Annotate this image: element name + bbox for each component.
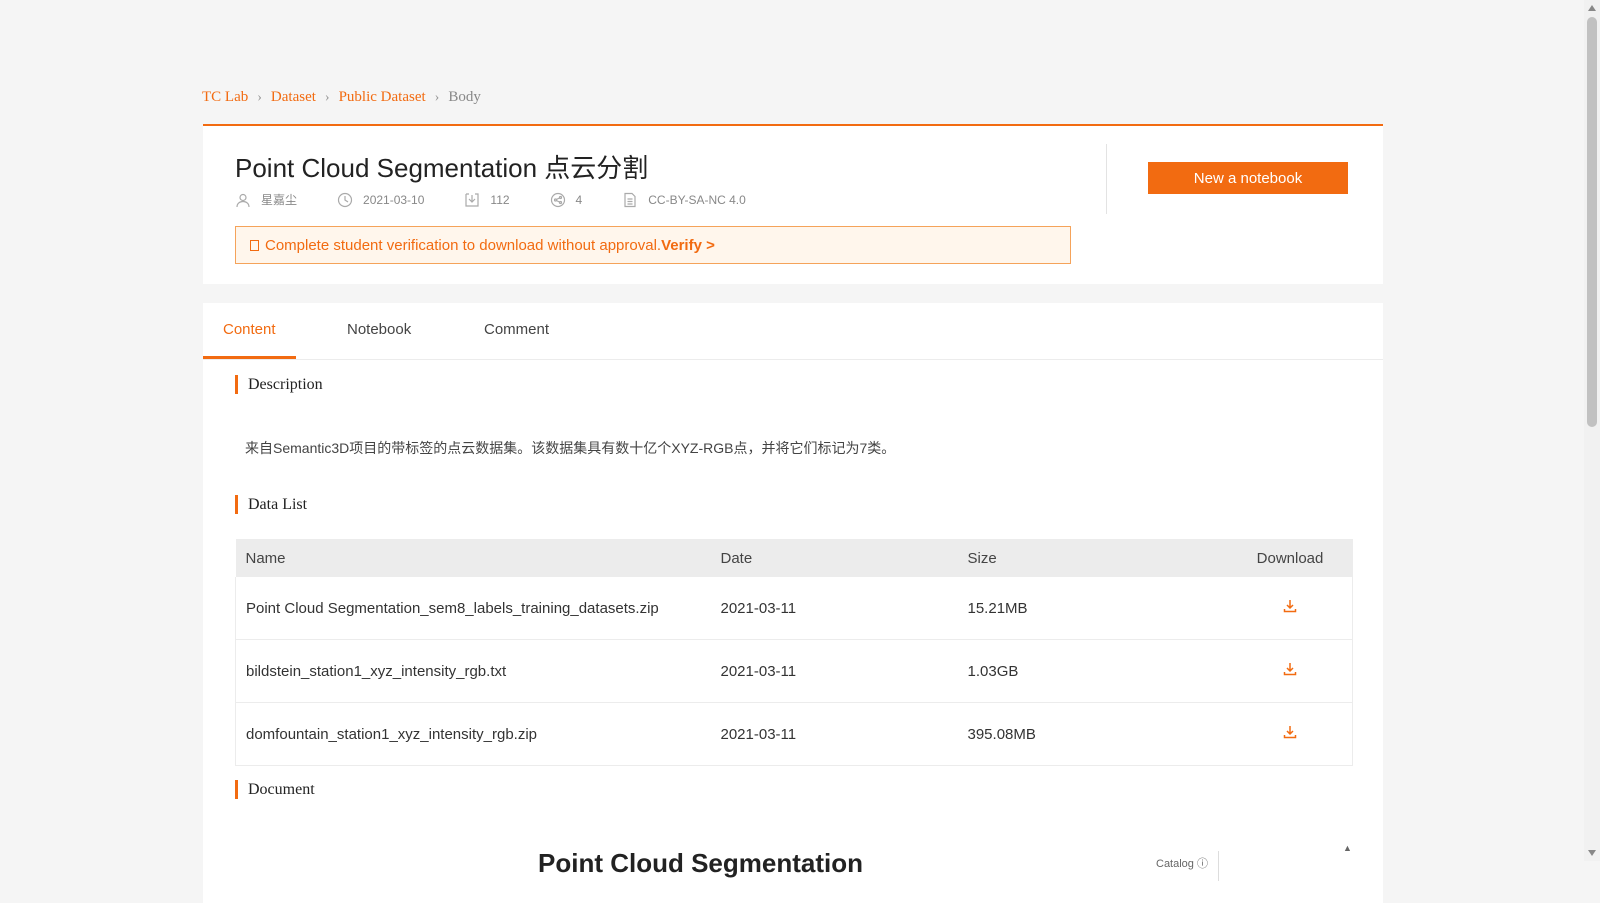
download-icon[interactable] bbox=[1283, 599, 1297, 613]
file-size: 395.08MB bbox=[957, 702, 1228, 766]
section-marker bbox=[235, 495, 238, 514]
table-row: bildstein_station1_xyz_intensity_rgb.txt… bbox=[235, 639, 1353, 703]
page-scrollbar[interactable] bbox=[1584, 0, 1600, 861]
tab-bar: Content Notebook Comment bbox=[203, 303, 1383, 360]
file-name: bildstein_station1_xyz_intensity_rgb.txt bbox=[235, 639, 711, 703]
file-size: 1.03GB bbox=[957, 639, 1228, 703]
data-list-heading: Data List bbox=[235, 495, 307, 514]
info-circle-icon: ⓘ bbox=[1196, 858, 1208, 870]
file-download-cell bbox=[1227, 702, 1353, 766]
notice-text: Complete student verification to downloa… bbox=[265, 236, 662, 254]
section-marker bbox=[235, 780, 238, 799]
description-text: 来自Semantic3D项目的带标签的点云数据集。该数据集具有数十亿个XYZ-R… bbox=[245, 440, 896, 456]
table-row: domfountain_station1_xyz_intensity_rgb.z… bbox=[235, 702, 1353, 766]
tab-notebook[interactable]: Notebook bbox=[347, 321, 411, 338]
file-download-cell bbox=[1227, 639, 1353, 703]
column-header-download: Download bbox=[1227, 539, 1353, 577]
data-list-table: Name Date Size Download Point Cloud Segm… bbox=[235, 539, 1353, 766]
breadcrumb-tc-lab[interactable]: TC Lab bbox=[202, 89, 248, 106]
new-notebook-button[interactable]: New a notebook bbox=[1148, 162, 1348, 194]
file-download-cell bbox=[1227, 577, 1353, 640]
file-date: 2021-03-11 bbox=[710, 577, 958, 640]
document-heading: Document bbox=[235, 780, 315, 799]
scroll-top-icon[interactable]: ▲ bbox=[1343, 843, 1352, 853]
chevron-right-icon: › bbox=[324, 89, 330, 105]
column-header-name: Name bbox=[235, 539, 711, 577]
breadcrumb-current: Body bbox=[448, 89, 481, 105]
column-header-size: Size bbox=[957, 539, 1228, 577]
tab-comment[interactable]: Comment bbox=[484, 321, 549, 338]
scroll-down-arrow-icon[interactable] bbox=[1588, 850, 1596, 856]
meta-downloads: 112 bbox=[464, 192, 510, 208]
license-label: CC-BY-SA-NC 4.0 bbox=[648, 192, 746, 207]
description-heading: Description bbox=[235, 375, 323, 394]
breadcrumb-dataset[interactable]: Dataset bbox=[271, 89, 316, 106]
breadcrumb: TC Lab › Dataset › Public Dataset › Body bbox=[202, 89, 481, 106]
catalog-toggle[interactable]: Catalog ⓘ bbox=[1156, 855, 1208, 871]
header-divider bbox=[1106, 144, 1107, 214]
description-heading-label: Description bbox=[248, 375, 323, 393]
tab-content[interactable]: Content bbox=[223, 321, 276, 338]
document-icon bbox=[624, 192, 636, 207]
section-marker bbox=[235, 375, 238, 394]
meta-author: 星嘉尘 bbox=[235, 191, 297, 208]
scrollbar-thumb[interactable] bbox=[1587, 17, 1597, 427]
column-header-date: Date bbox=[710, 539, 958, 577]
dataset-meta: 星嘉尘 2021-03-10 112 4 CC-BY-SA-NC 4.0 bbox=[235, 191, 786, 208]
catalog-label: Catalog bbox=[1156, 858, 1194, 870]
info-icon bbox=[250, 239, 259, 251]
publish-date: 2021-03-10 bbox=[363, 192, 425, 207]
scroll-up-arrow-icon[interactable] bbox=[1588, 5, 1596, 11]
file-name: domfountain_station1_xyz_intensity_rgb.z… bbox=[235, 702, 711, 766]
active-tab-indicator bbox=[203, 356, 296, 359]
meta-license: CC-BY-SA-NC 4.0 bbox=[622, 192, 746, 208]
share-count: 4 bbox=[575, 192, 583, 207]
file-size: 15.21MB bbox=[957, 577, 1228, 640]
document-heading-label: Document bbox=[248, 780, 315, 798]
main-content: Content Notebook Comment Description 来自S… bbox=[203, 303, 1383, 903]
document-title: Point Cloud Segmentation bbox=[538, 848, 863, 878]
share-icon bbox=[550, 192, 565, 207]
author-name: 星嘉尘 bbox=[261, 193, 298, 207]
table-row: Point Cloud Segmentation_sem8_labels_tra… bbox=[235, 577, 1353, 640]
dataset-header: Point Cloud Segmentation 点云分割 星嘉尘 2021-0… bbox=[203, 124, 1383, 284]
file-name: Point Cloud Segmentation_sem8_labels_tra… bbox=[235, 577, 711, 640]
verify-link[interactable]: Verify > bbox=[661, 237, 715, 254]
download-icon[interactable] bbox=[1283, 662, 1297, 676]
table-header-row: Name Date Size Download bbox=[235, 539, 1353, 577]
meta-date: 2021-03-10 bbox=[337, 192, 424, 208]
data-list-heading-label: Data List bbox=[248, 495, 308, 513]
page-title: Point Cloud Segmentation 点云分割 bbox=[235, 153, 649, 183]
breadcrumb-public-dataset[interactable]: Public Dataset bbox=[339, 89, 426, 106]
clock-icon bbox=[337, 192, 353, 207]
file-date: 2021-03-11 bbox=[710, 639, 958, 703]
meta-shares: 4 bbox=[550, 192, 583, 208]
download-count: 112 bbox=[490, 192, 510, 207]
download-icon bbox=[465, 192, 480, 207]
file-date: 2021-03-11 bbox=[710, 702, 958, 766]
verification-notice: Complete student verification to downloa… bbox=[235, 226, 1071, 264]
download-icon[interactable] bbox=[1283, 725, 1297, 739]
user-icon bbox=[236, 193, 250, 207]
catalog-divider bbox=[1218, 851, 1219, 881]
chevron-right-icon: › bbox=[257, 89, 262, 105]
chevron-right-icon: › bbox=[434, 89, 440, 105]
